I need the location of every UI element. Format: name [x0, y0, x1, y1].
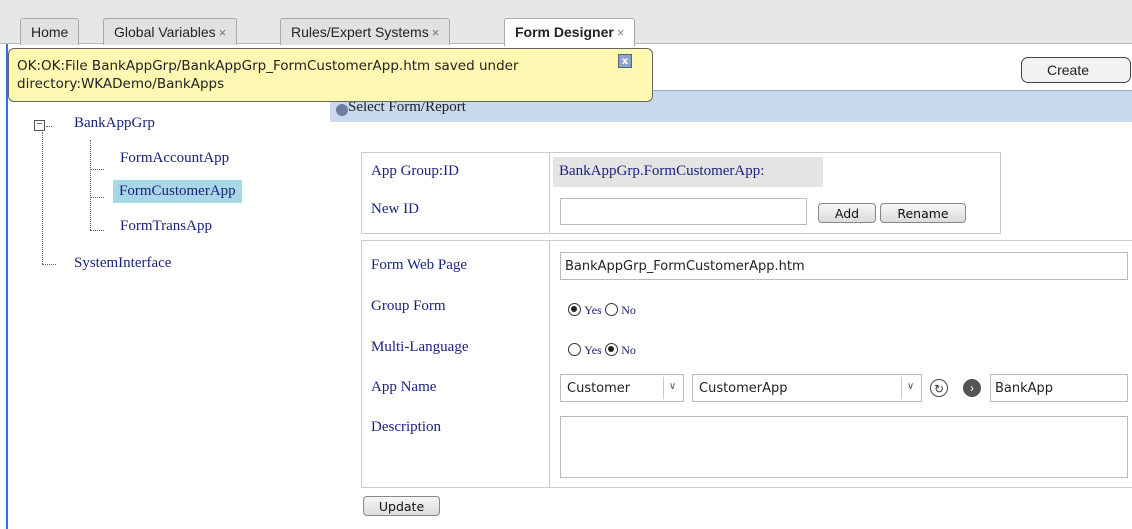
rename-button[interactable]: Rename — [880, 203, 966, 223]
tree-node-formaccountapp[interactable]: FormAccountApp — [120, 150, 229, 167]
group-form-yes-radio[interactable] — [568, 303, 581, 316]
tab-rules-expert-systems[interactable]: Rules/Expert Systems × — [280, 18, 451, 45]
tree-connector — [42, 132, 43, 264]
multi-language-options: Yes No — [568, 342, 636, 358]
close-icon[interactable]: x — [618, 54, 632, 68]
app-group-value: BankAppGrp.FormCustomerApp: — [553, 157, 823, 187]
tab-global-variables-label: Global Variables — [114, 24, 216, 40]
tab-form-designer-label: Form Designer — [515, 24, 614, 40]
tab-bar: Home Global Variables × Rules/Expert Syst… — [0, 0, 1132, 46]
tab-form-designer[interactable]: Form Designer × — [504, 18, 636, 46]
notification-text: OK:OK:File BankAppGrp/BankAppGrp_FormCus… — [17, 58, 519, 92]
close-icon[interactable]: × — [432, 25, 440, 40]
web-page-input[interactable]: BankAppGrp_FormCustomerApp.htm — [560, 252, 1128, 280]
app-select-2[interactable]: CustomerApp ∨ — [692, 374, 922, 402]
tree-node-root[interactable]: BankAppGrp — [74, 115, 155, 132]
description-textarea[interactable] — [560, 416, 1128, 478]
multi-language-no-label: No — [621, 343, 636, 357]
multi-language-yes-label: Yes — [584, 343, 602, 357]
group-form-options: Yes No — [568, 302, 636, 318]
divider — [549, 240, 550, 488]
chevron-down-icon: ∨ — [901, 377, 919, 399]
tree-node-formtransapp[interactable]: FormTransApp — [120, 218, 212, 235]
tree-connector — [90, 230, 104, 231]
divider — [549, 152, 550, 234]
notification-banner: OK:OK:File BankAppGrp/BankAppGrp_FormCus… — [8, 48, 653, 102]
new-id-input[interactable] — [560, 198, 807, 225]
arrow-right-icon[interactable]: › — [963, 379, 981, 397]
app-select-1-value: Customer — [567, 381, 631, 396]
tree-connector — [90, 169, 104, 170]
multi-language-yes-radio[interactable] — [568, 343, 581, 356]
tab-global-variables[interactable]: Global Variables × — [103, 18, 238, 45]
tree-connector — [46, 126, 52, 127]
close-icon[interactable]: × — [219, 25, 227, 40]
tab-home-label: Home — [31, 24, 69, 40]
collapse-toggle-icon[interactable]: − — [34, 120, 45, 131]
tree-connector — [90, 197, 104, 198]
multi-language-label: Multi-Language — [371, 339, 469, 355]
app-name-label: App Name — [371, 379, 437, 395]
create-button[interactable]: Create — [1021, 57, 1131, 83]
app-select-1[interactable]: Customer ∨ — [560, 374, 684, 402]
update-button[interactable]: Update — [363, 496, 440, 516]
tree-connector — [42, 264, 56, 265]
description-label: Description — [371, 419, 441, 435]
new-id-label: New ID — [371, 201, 419, 217]
tree-connector — [90, 140, 91, 230]
tab-home[interactable]: Home — [20, 18, 80, 45]
tree-node-systeminterface[interactable]: SystemInterface — [74, 255, 171, 272]
bullet-icon — [336, 104, 348, 116]
app-name-input[interactable]: BankApp — [990, 374, 1128, 402]
chevron-down-icon: ∨ — [663, 377, 681, 399]
add-button[interactable]: Add — [818, 203, 876, 223]
group-form-label: Group Form — [371, 298, 446, 314]
left-border — [6, 44, 8, 529]
app-group-label: App Group:ID — [371, 163, 459, 179]
web-page-label: Form Web Page — [371, 257, 468, 273]
multi-language-no-radio[interactable] — [604, 343, 618, 356]
app-select-2-value: CustomerApp — [699, 381, 788, 396]
tab-rules-label: Rules/Expert Systems — [291, 24, 429, 40]
group-form-no-radio[interactable] — [604, 303, 618, 316]
tree-node-formcustomerapp[interactable]: FormCustomerApp — [113, 180, 242, 203]
group-form-yes-label: Yes — [584, 303, 602, 317]
group-form-no-label: No — [621, 303, 636, 317]
close-icon[interactable]: × — [617, 25, 625, 40]
refresh-icon[interactable]: ↻ — [930, 379, 948, 397]
